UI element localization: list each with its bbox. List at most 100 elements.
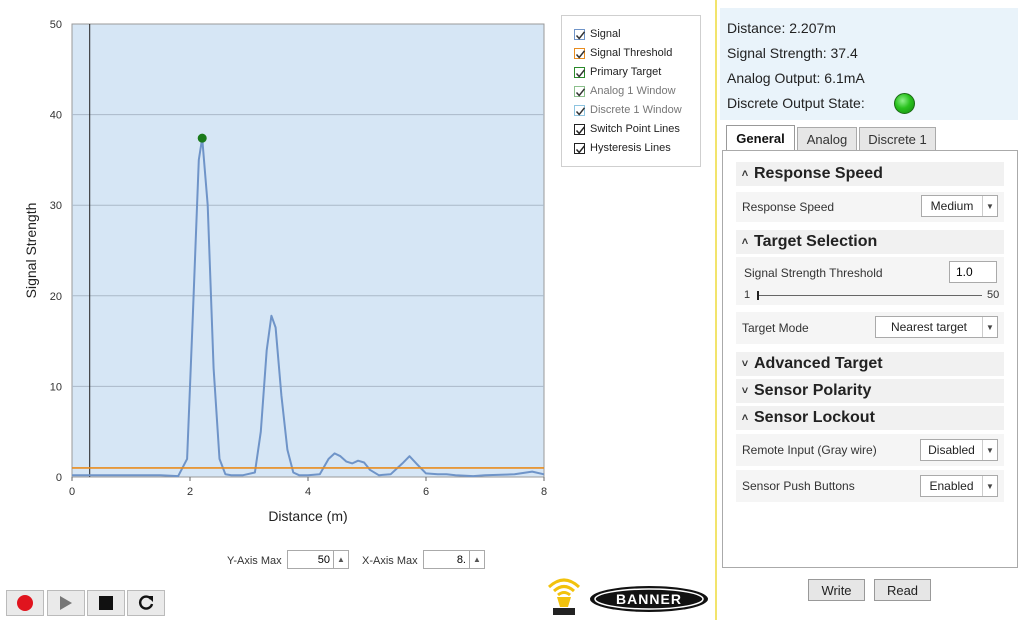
checkbox-icon[interactable] <box>574 85 586 97</box>
response-speed-value: Medium <box>930 199 974 213</box>
response-speed-label: Response Speed <box>742 200 835 214</box>
chevron-up-icon: ˄ <box>741 412 749 424</box>
x-tick-label: 4 <box>305 486 311 498</box>
tab-analog[interactable]: Analog <box>797 127 857 151</box>
section-sensor-polarity[interactable]: ˅ Sensor Polarity <box>736 379 1004 403</box>
y-axis-max-value: 50 <box>317 553 330 566</box>
slider-min-label: 1 <box>744 289 751 301</box>
section-title: Advanced Target <box>754 355 883 372</box>
legend-label: Analog 1 Window <box>590 85 676 97</box>
section-title: Response Speed <box>754 165 883 182</box>
target-mode-select[interactable]: Nearest target ▼ <box>875 316 998 338</box>
refresh-button[interactable] <box>127 590 165 616</box>
banner-logo: BANNER <box>590 586 708 612</box>
chevron-down-icon: ▼ <box>982 317 997 337</box>
target-mode-label: Target Mode <box>742 321 809 335</box>
primary-target-point <box>197 133 207 143</box>
read-button[interactable]: Read <box>874 579 931 601</box>
remote-input-label: Remote Input (Gray wire) <box>742 443 877 457</box>
legend-item[interactable]: Switch Point Lines <box>574 121 680 137</box>
threshold-slider[interactable] <box>757 291 982 300</box>
sensor-logo <box>547 578 581 615</box>
chevron-up-icon: ˄ <box>741 236 749 248</box>
chevron-down-icon: ▼ <box>982 476 997 496</box>
checkbox-icon[interactable] <box>574 123 586 135</box>
record-button[interactable] <box>6 590 44 616</box>
x-tick-label: 8 <box>541 486 547 498</box>
y-tick-label: 30 <box>50 200 62 212</box>
push-buttons-label: Sensor Push Buttons <box>742 479 855 493</box>
checkbox-icon[interactable] <box>574 47 586 59</box>
y-tick-label: 40 <box>50 110 62 122</box>
legend-label: Hysteresis Lines <box>590 142 671 154</box>
x-tick-label: 2 <box>187 486 193 498</box>
refresh-icon <box>139 595 154 610</box>
legend-item[interactable]: Hysteresis Lines <box>574 140 671 156</box>
slider-max-label: 50 <box>987 289 1000 301</box>
discrete-output-label: Discrete Output State: <box>727 95 865 111</box>
legend-label: Signal Threshold <box>590 47 673 59</box>
distance-readout: Distance: 2.207m <box>727 20 836 36</box>
section-title: Sensor Polarity <box>754 382 872 399</box>
section-title: Target Selection <box>754 233 878 250</box>
plot-area <box>71 23 545 478</box>
stop-button[interactable] <box>87 590 125 616</box>
spin-icon[interactable]: ▲ <box>333 551 348 568</box>
y-tick-label: 0 <box>56 472 62 484</box>
section-response-speed[interactable]: ˄ Response Speed <box>736 162 1004 186</box>
play-icon <box>60 596 72 610</box>
section-advanced-target[interactable]: ˅ Advanced Target <box>736 352 1004 376</box>
push-buttons-select[interactable]: Enabled ▼ <box>920 475 998 497</box>
x-tick-label: 0 <box>69 486 75 498</box>
checkbox-icon[interactable] <box>574 142 586 154</box>
spin-icon[interactable]: ▲ <box>469 551 484 568</box>
record-icon <box>17 595 33 611</box>
stop-icon <box>99 596 113 610</box>
section-target-selection[interactable]: ˄ Target Selection <box>736 230 1004 254</box>
y-tick-label: 20 <box>50 291 62 303</box>
threshold-label: Signal Strength Threshold <box>744 266 883 280</box>
checkbox-icon[interactable] <box>574 104 586 116</box>
x-tick-label: 6 <box>423 486 429 498</box>
tab-general[interactable]: General <box>726 125 795 151</box>
chevron-down-icon: ▼ <box>982 440 997 460</box>
play-button[interactable] <box>47 590 85 616</box>
y-axis-max-input[interactable]: 50 ▲ <box>287 550 349 569</box>
section-sensor-lockout[interactable]: ˄ Sensor Lockout <box>736 406 1004 430</box>
legend-item[interactable]: Signal Threshold <box>574 45 672 61</box>
chevron-down-icon: ˅ <box>741 358 749 370</box>
legend-item[interactable]: Analog 1 Window <box>574 83 676 99</box>
legend-label: Primary Target <box>590 66 662 78</box>
chevron-down-icon: ˅ <box>741 385 749 397</box>
slider-thumb[interactable] <box>757 291 759 300</box>
y-axis-title: Signal Strength <box>23 203 39 299</box>
x-tick-labels: 0 2 4 6 8 <box>69 477 547 498</box>
chevron-up-icon: ˄ <box>741 168 749 180</box>
checkbox-icon[interactable] <box>574 66 586 78</box>
y-tick-label: 10 <box>50 381 62 393</box>
y-axis-max-label: Y-Axis Max <box>227 555 282 567</box>
status-panel: Distance: 2.207m Signal Strength: 37.4 A… <box>720 8 1018 120</box>
x-axis-max-input[interactable]: 8. ▲ <box>423 550 485 569</box>
legend-item[interactable]: Signal <box>574 26 621 42</box>
chevron-down-icon: ▼ <box>982 196 997 216</box>
signal-strength-readout: Signal Strength: 37.4 <box>727 45 858 61</box>
tab-discrete-1[interactable]: Discrete 1 <box>859 127 936 151</box>
discrete-output-led-icon <box>894 93 915 114</box>
x-axis-max-label: X-Axis Max <box>362 555 418 567</box>
chart-legend: Signal Signal Threshold Primary Target Anal… <box>561 15 701 167</box>
legend-label: Signal <box>590 28 621 40</box>
write-button[interactable]: Write <box>808 579 865 601</box>
remote-input-select[interactable]: Disabled ▼ <box>920 439 998 461</box>
legend-item[interactable]: Discrete 1 Window <box>574 102 682 118</box>
legend-label: Discrete 1 Window <box>590 104 682 116</box>
x-axis-title: Distance (m) <box>268 508 347 524</box>
legend-item[interactable]: Primary Target <box>574 64 661 80</box>
x-axis-max-value: 8. <box>456 553 466 566</box>
push-buttons-value: Enabled <box>929 479 974 493</box>
threshold-input[interactable]: 1.0 <box>949 261 997 283</box>
checkbox-icon[interactable] <box>574 28 586 40</box>
y-tick-labels: 0 10 20 30 40 50 <box>50 19 62 484</box>
response-speed-select[interactable]: Medium ▼ <box>921 195 998 217</box>
target-mode-value: Nearest target <box>890 320 968 334</box>
